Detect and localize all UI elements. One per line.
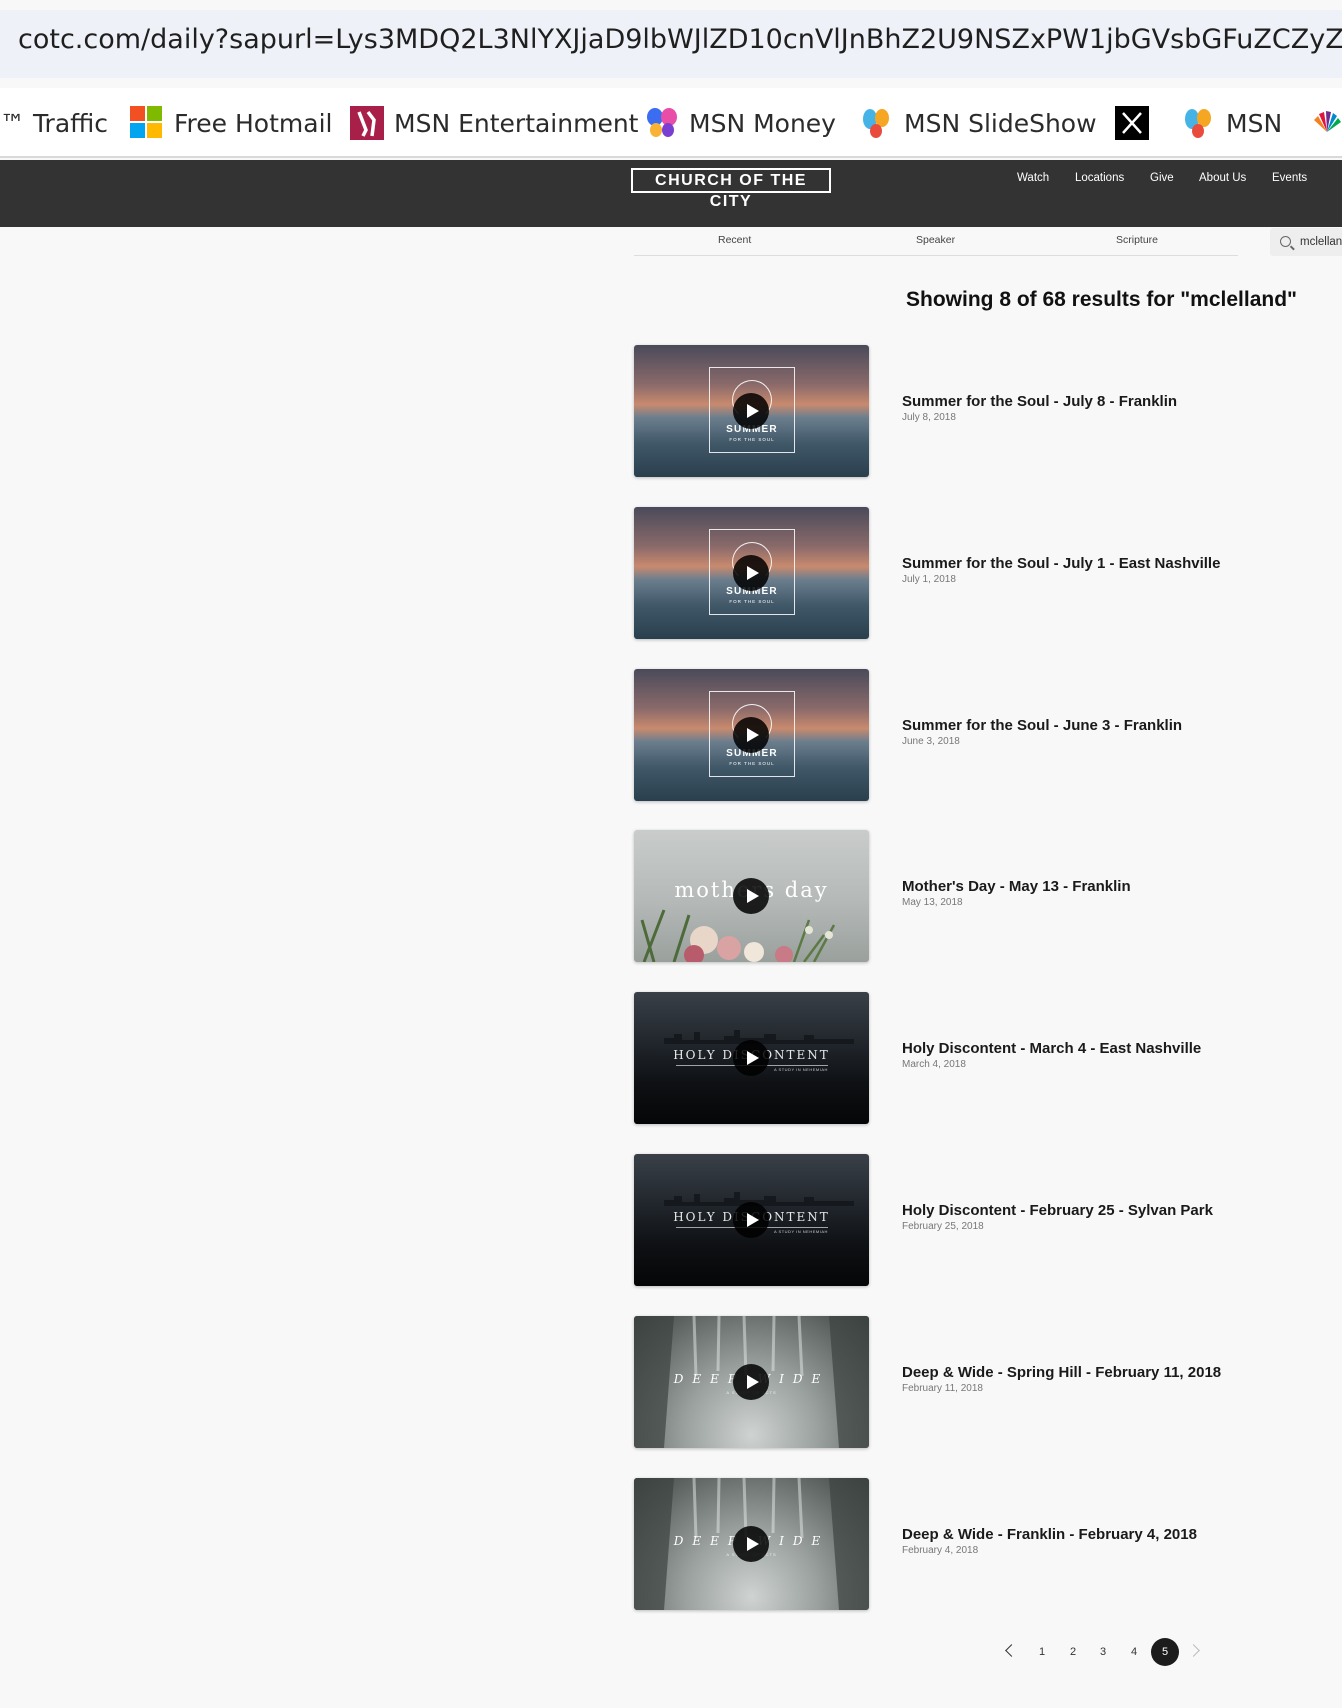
list-item[interactable]: DEEP WIDE A STUDY OF ACTS Deep & Wide - …: [634, 1478, 1254, 1610]
favorite-label: MSN Entertainment: [394, 108, 639, 138]
x-logo-icon: [1115, 106, 1149, 140]
video-thumbnail[interactable]: DEEP WIDE A STUDY OF ACTS: [634, 1316, 869, 1448]
msn-butterfly-icon: [1182, 106, 1216, 140]
result-date: June 3, 2018: [902, 736, 960, 747]
page-4[interactable]: 4: [1120, 1638, 1148, 1666]
address-bar[interactable]: cotc.com/daily?sapurl=Lys3MDQ2L3NlYXJjaD…: [0, 10, 1342, 78]
video-thumbnail[interactable]: SUMMER FOR THE SOUL: [634, 669, 869, 801]
list-item[interactable]: DEEP WIDE A STUDY OF ACTS Deep & Wide - …: [634, 1316, 1254, 1448]
favorite-label: ™ Traffic: [0, 108, 109, 138]
chevron-left-icon[interactable]: [1005, 1644, 1018, 1657]
play-icon[interactable]: [733, 717, 769, 753]
msn-entertainment-icon: [350, 106, 384, 140]
video-thumbnail[interactable]: SUMMER FOR THE SOUL: [634, 345, 869, 477]
page-3[interactable]: 3: [1089, 1638, 1117, 1666]
favorite-msn-money[interactable]: MSN Money: [645, 106, 836, 140]
tab-scripture[interactable]: Scripture: [1116, 234, 1158, 246]
play-icon[interactable]: [733, 1040, 769, 1076]
favorite-label: MSN: [1226, 108, 1283, 138]
page-5-current[interactable]: 5: [1151, 1638, 1179, 1666]
video-thumbnail[interactable]: SUMMER FOR THE SOUL: [634, 507, 869, 639]
favorite-x[interactable]: [1115, 106, 1159, 140]
msn-butterfly-icon: [645, 106, 679, 140]
result-title[interactable]: Summer for the Soul - July 1 - East Nash…: [902, 555, 1220, 572]
favorite-label: MSN Money: [689, 108, 836, 138]
favorite-msn[interactable]: MSN: [1182, 106, 1282, 140]
url-text[interactable]: cotc.com/daily?sapurl=Lys3MDQ2L3NlYXJjaD…: [18, 24, 1342, 55]
result-date: February 11, 2018: [902, 1383, 983, 1394]
result-date: July 8, 2018: [902, 412, 956, 423]
nav-events[interactable]: Events: [1272, 172, 1307, 184]
list-item[interactable]: HOLY DISCONTENT A STUDY IN NEHEMIAH Holy…: [634, 1154, 1254, 1286]
result-title[interactable]: Holy Discontent - March 4 - East Nashvil…: [902, 1040, 1201, 1057]
nav-watch[interactable]: Watch: [1017, 172, 1049, 184]
msn-butterfly-icon: [860, 106, 894, 140]
video-thumbnail[interactable]: HOLY DISCONTENT A STUDY IN NEHEMIAH: [634, 992, 869, 1124]
result-date: March 4, 2018: [902, 1059, 966, 1070]
favorite-msn-entertainment[interactable]: MSN Entertainment: [350, 106, 638, 140]
search-input[interactable]: mclelland: [1270, 228, 1342, 256]
favorite-label: Free Hotmail: [174, 108, 333, 138]
play-icon[interactable]: [733, 1202, 769, 1238]
list-item[interactable]: SUMMER FOR THE SOUL Summer for the Soul …: [634, 345, 1254, 477]
page-2[interactable]: 2: [1059, 1638, 1087, 1666]
search-value: mclelland: [1300, 236, 1342, 248]
play-icon[interactable]: [733, 1364, 769, 1400]
result-title[interactable]: Holy Discontent - February 25 - Sylvan P…: [902, 1202, 1213, 1219]
page-1[interactable]: 1: [1028, 1638, 1056, 1666]
result-title[interactable]: Deep & Wide - Spring Hill - February 11,…: [902, 1364, 1221, 1381]
results-heading: Showing 8 of 68 results for "mclelland": [906, 288, 1297, 311]
list-item[interactable]: mothers day Mother's Day - May 13 - Fran…: [634, 830, 1254, 962]
result-date: February 4, 2018: [902, 1545, 979, 1556]
result-title[interactable]: Deep & Wide - Franklin - February 4, 201…: [902, 1526, 1197, 1543]
favorites-bar: ™ Traffic Free Hotmail MSN Entertainment…: [0, 88, 1342, 158]
list-item[interactable]: SUMMER FOR THE SOUL Summer for the Soul …: [634, 507, 1254, 639]
result-date: May 13, 2018: [902, 897, 963, 908]
result-title[interactable]: Summer for the Soul - July 8 - Franklin: [902, 393, 1177, 410]
video-thumbnail[interactable]: DEEP WIDE A STUDY OF ACTS: [634, 1478, 869, 1610]
play-icon[interactable]: [733, 878, 769, 914]
list-item[interactable]: HOLY DISCONTENT A STUDY IN NEHEMIAH Holy…: [634, 992, 1254, 1124]
search-icon: [1280, 236, 1291, 247]
nav-locations[interactable]: Locations: [1075, 172, 1124, 184]
tab-recent[interactable]: Recent: [718, 234, 751, 246]
video-thumbnail[interactable]: mothers day: [634, 830, 869, 962]
list-item[interactable]: SUMMER FOR THE SOUL Summer for the Soul …: [634, 669, 1254, 801]
favorite-msn-slideshow[interactable]: MSN SlideShow: [860, 106, 1097, 140]
nav-give[interactable]: Give: [1150, 172, 1174, 184]
play-icon[interactable]: [733, 555, 769, 591]
nbc-peacock-icon: [1310, 106, 1342, 140]
microsoft-logo-icon: [130, 106, 164, 140]
site-header: CHURCH OF THE CITY Watch Locations Give …: [0, 160, 1342, 227]
result-title[interactable]: Summer for the Soul - June 3 - Franklin: [902, 717, 1182, 734]
favorite-free-hotmail[interactable]: Free Hotmail: [130, 106, 332, 140]
tab-speaker[interactable]: Speaker: [916, 234, 955, 246]
church-logo[interactable]: CHURCH OF THE CITY: [631, 168, 831, 210]
video-thumbnail[interactable]: HOLY DISCONTENT A STUDY IN NEHEMIAH: [634, 1154, 869, 1286]
play-icon[interactable]: [733, 393, 769, 429]
result-date: July 1, 2018: [902, 574, 956, 585]
favorite-nbc[interactable]: [1310, 106, 1342, 140]
filter-tabs: Recent Speaker Scripture: [634, 228, 1238, 256]
result-title[interactable]: Mother's Day - May 13 - Franklin: [902, 878, 1131, 895]
chevron-right-icon[interactable]: [1187, 1644, 1200, 1657]
nav-about-us[interactable]: About Us: [1199, 172, 1246, 184]
favorite-traffic[interactable]: ™ Traffic: [0, 106, 108, 140]
result-date: February 25, 2018: [902, 1221, 984, 1232]
play-icon[interactable]: [733, 1526, 769, 1562]
favorite-label: MSN SlideShow: [904, 108, 1097, 138]
